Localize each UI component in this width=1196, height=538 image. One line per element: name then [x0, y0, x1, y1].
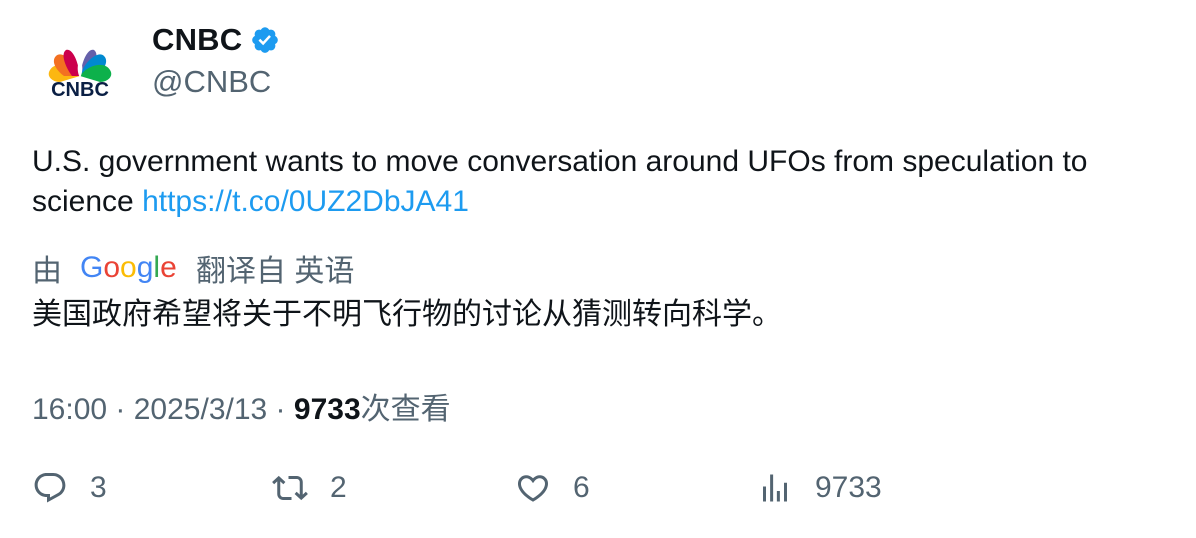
like-icon: [517, 475, 549, 502]
reply-count: 3: [90, 471, 107, 504]
views-label: 次查看: [360, 393, 451, 426]
author-handle[interactable]: @CNBC: [152, 64, 271, 100]
meta-separator: ·: [107, 393, 134, 426]
views-action-count: 9733: [815, 471, 882, 504]
retweet-icon: [272, 475, 308, 501]
cnbc-peacock-logo: CNBC: [48, 49, 112, 101]
tweet-date[interactable]: 2025/3/13: [134, 393, 267, 426]
translation-suffix: 翻译自 英语: [196, 255, 355, 288]
svg-text:Google: Google: [80, 251, 177, 284]
like-count: 6: [573, 471, 590, 504]
reply-icon: [34, 473, 66, 503]
verified-badge-icon: [252, 27, 279, 53]
views-button[interactable]: 9733: [757, 470, 882, 506]
tweet-time[interactable]: 16:00: [32, 393, 107, 426]
views-count: 9733: [293, 393, 361, 426]
like-button[interactable]: 6: [515, 470, 590, 506]
reply-button[interactable]: 3: [32, 470, 107, 506]
translated-text: 美国政府希望将关于不明飞行物的讨论从猜测转向科学。: [32, 298, 782, 331]
logo-wordmark: CNBC: [51, 79, 109, 101]
google-logo: Google: [80, 251, 177, 284]
translation-prefix: 由: [32, 255, 62, 288]
author-avatar[interactable]: CNBC: [30, 28, 130, 128]
tweet-meta: 16:00 · 2025/3/13 · 9733次查看: [32, 384, 451, 428]
meta-separator: ·: [267, 393, 294, 426]
views-icon: [763, 474, 787, 502]
author-name-row[interactable]: CNBC: [152, 22, 280, 58]
translation-attribution[interactable]: 由 Google 翻译自 英语: [32, 246, 354, 290]
tweet-text: U.S. government wants to move conversati…: [32, 142, 1172, 222]
tweet-link[interactable]: https://t.co/0UZ2DbJA41: [142, 185, 469, 218]
retweet-count: 2: [330, 471, 347, 504]
author-display-name[interactable]: CNBC: [152, 22, 242, 58]
retweet-button[interactable]: 2: [272, 470, 347, 506]
